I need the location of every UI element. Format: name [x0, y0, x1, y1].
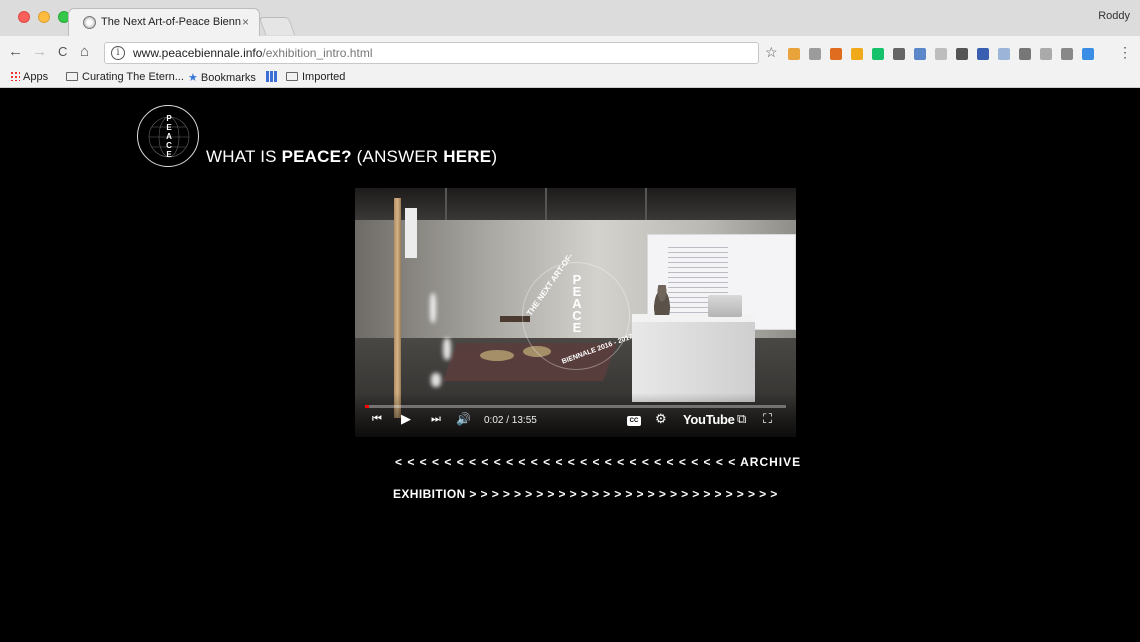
- exhibition-link[interactable]: EXHIBITION > > > > > > > > > > > > > > >…: [393, 487, 778, 501]
- browser-chrome: The Next Art-of-Peace Bienna × Roddy ← →…: [0, 0, 1140, 88]
- ext-1-icon[interactable]: [788, 48, 800, 60]
- heading-peace: PEACE?: [281, 147, 352, 166]
- svg-text:E: E: [166, 150, 172, 159]
- peace-biennale-logo[interactable]: P E A C E: [137, 105, 199, 167]
- svg-text:P: P: [166, 114, 172, 123]
- heading-text-2: (ANSWER: [351, 147, 444, 166]
- address-bar[interactable]: i www.peacebiennale.info/exhibition_intr…: [104, 42, 759, 64]
- bookmark-folder-curating[interactable]: Curating The Etern...: [66, 71, 184, 83]
- ext-9-icon[interactable]: [956, 48, 968, 60]
- ext-5-icon[interactable]: [872, 48, 884, 60]
- bookmark-bookmarks-label: Bookmarks: [200, 72, 256, 84]
- bookmarks-bar: Apps Curating The Etern... ★ Bookmarks Im…: [0, 68, 1140, 88]
- settings-gear-icon[interactable]: ⚙: [655, 412, 667, 426]
- tab-close-icon[interactable]: ×: [242, 15, 249, 29]
- video-frame-beam: [645, 188, 647, 220]
- bookmark-imported[interactable]: Imported: [286, 71, 345, 83]
- home-icon[interactable]: ⌂: [80, 43, 89, 61]
- cast-icon[interactable]: ⧉: [737, 412, 746, 426]
- heading-text-3: ): [491, 147, 498, 166]
- ext-7-icon[interactable]: [914, 48, 926, 60]
- url-text: www.peacebiennale.info/exhibition_intro.…: [133, 46, 372, 60]
- archive-link[interactable]: < < < < < < < < < < < < < < < < < < < < …: [395, 455, 801, 469]
- video-progress-bar[interactable]: [365, 405, 786, 408]
- video-time: 0:02 / 13:55: [484, 415, 537, 426]
- ext-4-icon[interactable]: [851, 48, 863, 60]
- previous-icon[interactable]: ⏮: [372, 412, 382, 426]
- video-logo-letters: P E A C E: [571, 273, 583, 335]
- tab-strip: The Next Art-of-Peace Bienna × Roddy: [0, 0, 1140, 36]
- bookmark-folder-label: Curating The Etern...: [82, 71, 184, 83]
- reload-icon[interactable]: C: [58, 43, 67, 61]
- url-path: /exhibition_intro.html: [262, 46, 373, 60]
- browser-toolbar: ← → C ⌂ i www.peacebiennale.info/exhibit…: [0, 36, 1140, 68]
- ext-2-icon[interactable]: [809, 48, 821, 60]
- video-frame-cushion: [480, 350, 514, 361]
- video-frame-beam: [545, 188, 547, 220]
- video-frame-beam: [445, 188, 447, 220]
- ext-10-icon[interactable]: [977, 48, 989, 60]
- fullscreen-icon[interactable]: ⛶: [763, 412, 772, 426]
- favicon-icon: [83, 16, 96, 29]
- video-frame-light: [430, 293, 436, 323]
- ext-3-icon[interactable]: [830, 48, 842, 60]
- video-frame-paper: [405, 208, 417, 258]
- ext-6-icon[interactable]: [893, 48, 905, 60]
- svg-text:E: E: [166, 123, 172, 132]
- menu-icon[interactable]: ⋮: [1118, 45, 1132, 59]
- heading-text-1: WHAT IS: [206, 147, 282, 166]
- bookmark-bookmarks[interactable]: ★ Bookmarks: [188, 71, 256, 84]
- video-frame-light: [431, 373, 441, 387]
- captions-button[interactable]: CC: [627, 416, 641, 426]
- folder-icon: [286, 72, 298, 81]
- url-host: www.peacebiennale.info: [133, 46, 263, 60]
- globe-logo-icon: P E A C E: [148, 114, 190, 159]
- bookmark-grid-shortcut[interactable]: [266, 71, 277, 84]
- svg-text:A: A: [166, 132, 172, 141]
- video-frame-laptop: [708, 295, 742, 317]
- bookmark-apps-label: Apps: [23, 71, 49, 83]
- back-arrow-icon[interactable]: ←: [8, 43, 23, 61]
- video-logo-letter: E: [572, 320, 582, 335]
- bookmark-apps[interactable]: Apps: [10, 71, 48, 83]
- folder-icon: [66, 72, 78, 81]
- ext-14-icon[interactable]: [1061, 48, 1073, 60]
- browser-tab[interactable]: The Next Art-of-Peace Bienna ×: [68, 8, 260, 36]
- ext-11-icon[interactable]: [998, 48, 1010, 60]
- svg-text:C: C: [166, 141, 172, 150]
- video-frame-light: [443, 338, 451, 360]
- bookmark-star-icon[interactable]: ☆: [765, 45, 778, 59]
- star-icon: ★: [188, 72, 198, 84]
- grid-icon: [266, 71, 277, 82]
- video-frame-pole: [394, 198, 401, 418]
- video-progress-fill: [365, 405, 370, 408]
- ext-12-icon[interactable]: [1019, 48, 1031, 60]
- youtube-video-player[interactable]: P E A C E THE NEXT ART-OF- BIENNALE 2016…: [355, 188, 796, 437]
- close-window-button[interactable]: [18, 11, 30, 23]
- ext-15-icon[interactable]: [1082, 48, 1094, 60]
- video-frame-statue: [652, 285, 672, 315]
- apps-grid-icon: [10, 71, 20, 81]
- profile-button[interactable]: Roddy: [1098, 10, 1130, 22]
- video-frame-plinth: [632, 322, 755, 402]
- web-page: P E A C E WHAT IS PEACE? (ANSWER HERE) P…: [0, 89, 1140, 642]
- page-heading: WHAT IS PEACE? (ANSWER HERE): [206, 147, 497, 167]
- ext-13-icon[interactable]: [1040, 48, 1052, 60]
- play-icon[interactable]: ▶: [401, 412, 411, 426]
- minimize-window-button[interactable]: [38, 11, 50, 23]
- video-frame-ceiling: [355, 188, 796, 220]
- ext-8-icon[interactable]: [935, 48, 947, 60]
- youtube-logo[interactable]: YouTube: [683, 412, 735, 427]
- answer-here-link[interactable]: HERE: [443, 147, 491, 166]
- new-tab-button[interactable]: [258, 17, 296, 35]
- volume-icon[interactable]: 🔊: [456, 412, 471, 426]
- info-icon[interactable]: i: [111, 46, 125, 60]
- next-icon[interactable]: ⏭: [431, 412, 441, 426]
- forward-arrow-icon[interactable]: →: [32, 43, 47, 61]
- bookmark-imported-label: Imported: [302, 71, 346, 83]
- tab-title: The Next Art-of-Peace Bienna: [101, 16, 241, 28]
- video-controls: ⏮ ▶ ⏭ 🔊 0:02 / 13:55 CC ⚙ YouTube ⧉ ⛶: [355, 393, 796, 437]
